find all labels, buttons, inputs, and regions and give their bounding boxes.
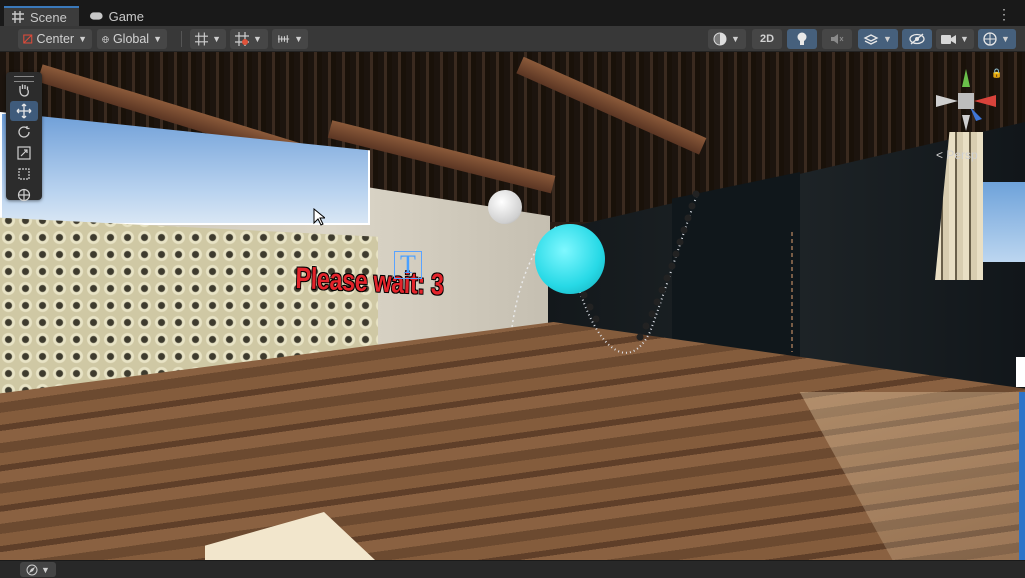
tab-scene[interactable]: Scene [4,6,79,26]
scrollbar[interactable] [1019,392,1025,560]
pivot-dropdown[interactable]: Center ▼ [18,29,92,49]
x-axis-icon [974,95,996,107]
trajectory-bead [680,226,688,234]
trajectory-bead [684,214,692,222]
speaker-muted-icon [831,34,844,44]
chevron-down-icon: ▼ [731,34,740,44]
rotate-tool[interactable] [10,122,38,142]
tab-game-label: Game [108,8,144,24]
trajectory-bead [648,310,656,318]
move-tool[interactable] [10,101,38,121]
grid-snap-icon [195,32,209,46]
2d-toggle-button[interactable]: 2D [752,29,782,49]
compass-icon [26,564,38,575]
transform-tool[interactable] [10,185,38,205]
hand-tool[interactable] [10,80,38,100]
transform-icon [17,188,31,202]
trajectory-bead [668,262,676,270]
eye-slash-icon [909,33,925,45]
trajectory-bead [672,250,680,258]
bottom-overlay-bar: ▼ [0,560,1025,578]
audio-toggle-button[interactable] [822,29,852,49]
projection-label[interactable]: < Persp [936,148,978,162]
trajectory-bead [592,315,600,323]
more-options-icon[interactable]: ⋮ [997,6,1011,23]
hidden-objects-toggle-button[interactable] [902,29,932,49]
tool-panel [6,72,42,202]
draw-mode-dropdown[interactable]: ▼ [708,29,746,49]
cyan-ball[interactable] [535,224,605,294]
trajectory-bead [653,298,661,306]
scale-tool[interactable] [10,143,38,163]
neg-y-axis-icon [962,115,970,131]
chevron-down-icon: ▼ [883,34,892,44]
mouse-cursor-icon [313,208,325,226]
pivot-label: Center [36,32,75,46]
ruler-icon [277,35,290,43]
pivot-center-icon [23,34,33,44]
trajectory-bead [663,274,671,282]
gizmo-center-icon [958,93,974,109]
trajectory-bead [580,291,588,299]
chevron-down-icon: ▼ [253,34,262,44]
scale-icon [17,146,31,160]
move-arrows-icon [16,103,32,119]
z-axis-icon [970,107,982,121]
lock-icon[interactable]: 🔒 [991,68,1002,79]
toolbar-divider [181,31,182,47]
grid-snap-dropdown[interactable]: ▼ [190,29,226,49]
tab-game[interactable]: Game [82,6,152,26]
chevron-down-icon: ▼ [294,34,303,44]
tab-bar: Scene Game ⋮ [0,0,1025,26]
gizmos-dropdown[interactable]: ▼ [978,29,1016,49]
chevron-down-icon: ▼ [78,34,87,44]
white-ball[interactable] [488,190,522,224]
lightbulb-icon [797,32,807,45]
space-dropdown[interactable]: Global ▼ [97,29,167,49]
space-label: Global [112,32,150,46]
chevron-down-icon: ▼ [960,34,969,44]
ruler-dropdown[interactable]: ▼ [272,29,308,49]
panel-resize-handle[interactable] [1016,357,1025,387]
shading-mode-icon [713,32,727,46]
gizmo-globe-icon [983,32,997,46]
trajectory-bead [688,202,696,210]
hand-icon [19,84,29,97]
trajectory-bead [658,286,666,294]
rect-tool[interactable] [10,164,38,184]
gamepad-icon [90,12,103,20]
layers-effects-icon [863,34,879,45]
camera-dropdown[interactable]: ▼ [936,29,974,49]
scene-viewport[interactable]: Please wait: 3 T 🔒 < Persp [0,52,1025,560]
grid-icon [12,11,24,23]
overlay-menu-dropdown[interactable]: ▼ [20,562,56,577]
trajectory-bead [636,333,644,341]
globe-icon [102,35,109,43]
lighting-toggle-button[interactable] [787,29,817,49]
effects-dropdown[interactable]: ▼ [858,29,898,49]
trajectory-bead [676,238,684,246]
rotate-icon [18,126,30,138]
trajectory-bead [692,190,700,198]
trajectory-bead [586,303,594,311]
tab-scene-label: Scene [30,9,67,25]
y-axis-icon [962,69,970,87]
chevron-down-icon: ▼ [153,34,162,44]
scene-toolbar: Center ▼ Global ▼ ▼ ▼ ▼ ▼ 2D ▼ ▼ ▼ [0,26,1025,52]
trajectory-bead [642,322,650,330]
increment-snap-icon [235,32,249,46]
trajectory-overlay [511,190,793,354]
rect-transform-icon [18,168,30,180]
increment-snap-dropdown[interactable]: ▼ [230,29,268,49]
text-object-icon[interactable]: T [394,251,422,279]
chevron-down-icon: ▼ [41,564,50,575]
neg-x-axis-icon [936,95,958,107]
chevron-down-icon: ▼ [1001,34,1010,44]
camera-icon [941,34,956,44]
chevron-down-icon: ▼ [212,34,221,44]
